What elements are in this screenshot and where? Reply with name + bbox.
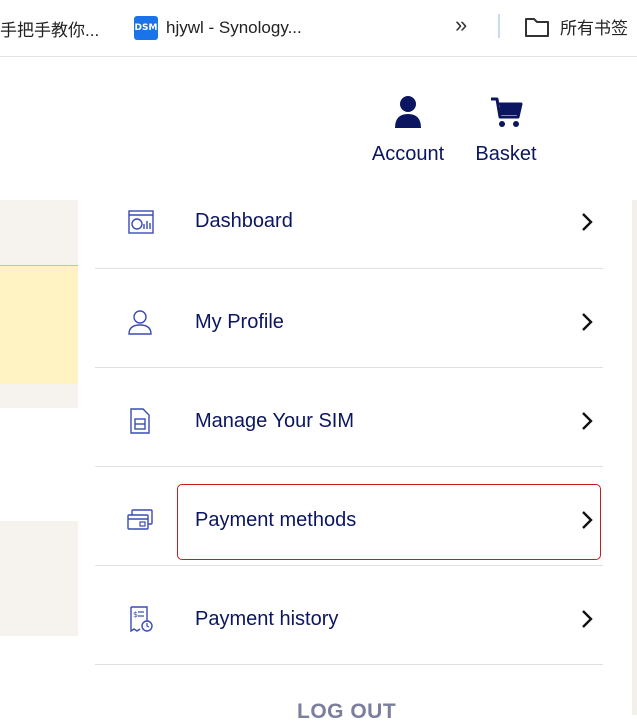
menu-item-label: My Profile (195, 311, 284, 333)
dsm-icon: DSM (134, 16, 158, 40)
menu-item-payment-history[interactable]: $ Payment history (95, 566, 603, 665)
bookmark-label: hjywl - Synology... (166, 18, 302, 37)
chevron-right-icon (582, 610, 593, 628)
folder-label: 所有书签 (560, 19, 628, 38)
bookmark-item[interactable]: 手把手教你... (0, 16, 99, 41)
profile-icon (128, 310, 152, 335)
svg-text:$: $ (133, 610, 138, 619)
menu-item-payment-methods[interactable]: Payment methods (95, 467, 603, 566)
notice-panel (0, 265, 78, 385)
all-bookmarks-folder[interactable]: 所有书签 (524, 14, 628, 39)
background-panel (0, 384, 78, 408)
chevron-right-icon (582, 213, 593, 231)
basket-label: Basket (475, 143, 537, 165)
menu-item-label: Dashboard (195, 210, 293, 232)
account-menu: Dashboard My Profile Manage Your SIM Pay… (95, 200, 603, 665)
scroll-strip (632, 200, 637, 715)
bookmarks-bar: 手把手教你... DSM hjywl - Synology... » 所有书签 (0, 0, 637, 57)
more-bookmarks-icon[interactable]: » (455, 12, 467, 38)
menu-item-label: Payment methods (195, 509, 357, 531)
menu-item-my-profile[interactable]: My Profile (95, 269, 603, 368)
logout-link[interactable]: LOG OUT (297, 700, 396, 724)
sim-icon (130, 408, 150, 434)
separator (498, 14, 500, 38)
account-label: Account (371, 143, 445, 165)
menu-item-dashboard[interactable]: Dashboard (95, 200, 603, 269)
basket-link[interactable]: Basket (470, 95, 542, 166)
receipt-icon: $ (130, 606, 153, 632)
background-panel (0, 200, 78, 265)
menu-item-manage-sim[interactable]: Manage Your SIM (95, 368, 603, 467)
menu-item-label: Manage Your SIM (195, 410, 354, 432)
basket-icon (491, 97, 523, 127)
account-icon (395, 96, 421, 128)
folder-icon (525, 17, 549, 37)
chevron-right-icon (582, 313, 593, 331)
dashboard-icon (128, 210, 154, 234)
account-link[interactable]: Account (366, 95, 450, 166)
menu-item-label: Payment history (195, 608, 339, 630)
chevron-right-icon (582, 412, 593, 430)
chevron-right-icon (582, 511, 593, 529)
bookmark-item-synology[interactable]: DSM hjywl - Synology... (134, 16, 302, 40)
background-panel (0, 521, 78, 636)
card-icon (127, 509, 153, 530)
